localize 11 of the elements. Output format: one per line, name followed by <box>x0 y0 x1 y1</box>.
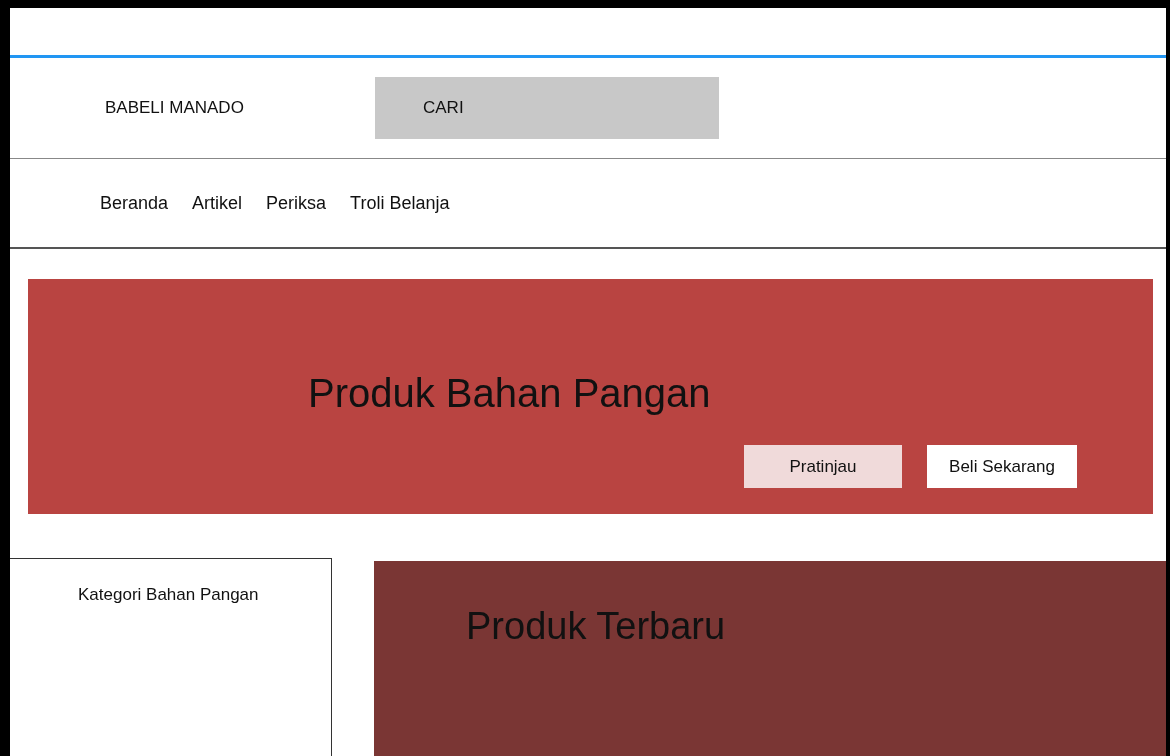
banner-title: Produk Bahan Pangan <box>308 371 711 416</box>
panel-title: Produk Terbaru <box>466 605 727 648</box>
banner-button[interactable]: Pratinjau <box>744 445 902 488</box>
banner-button[interactable]: Beli Sekarang <box>927 445 1077 488</box>
nav-link[interactable]: Artikel <box>192 192 243 214</box>
nav-link[interactable]: Beranda <box>100 192 169 214</box>
nav-link[interactable]: Periksa <box>266 192 327 214</box>
panel-title: Kategori Bahan Pangan <box>78 585 259 604</box>
nav-link[interactable]: Troli Belanja <box>350 192 450 214</box>
brand-name: BABELI MANADO <box>105 98 245 118</box>
search-field[interactable]: CARI <box>375 77 719 139</box>
